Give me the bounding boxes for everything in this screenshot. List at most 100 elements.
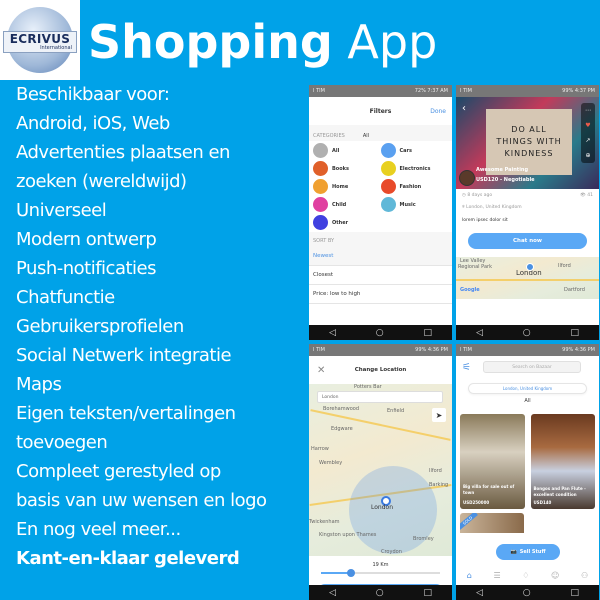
category-music[interactable]: Music <box>380 197 449 212</box>
feature-item: Social Netwerk integratie <box>16 345 232 366</box>
back-icon[interactable]: ◁ <box>329 588 336 598</box>
home-category-icon <box>313 179 328 194</box>
listing-grid: Big villa for sale out of town USD250000 … <box>456 414 599 509</box>
bottom-tab-bar: ⌂ ☰ ♢ ☺ ⚇ <box>456 565 599 585</box>
category-all[interactable]: All <box>456 398 599 404</box>
feature-item: zoeken (wereldwijd) <box>16 171 187 192</box>
sold-badge: SOLD <box>460 513 478 530</box>
slider-knob[interactable] <box>346 569 355 577</box>
feature-item: Compleet gerestyled op <box>16 461 221 482</box>
location-search-input[interactable]: London <box>317 391 443 403</box>
sort-closest[interactable]: Closest <box>309 266 452 285</box>
category-label: Music <box>399 201 416 208</box>
back-icon[interactable]: ◁ <box>476 588 483 598</box>
recents-icon[interactable]: □ <box>571 328 580 338</box>
recents-icon[interactable]: □ <box>571 588 580 598</box>
close-icon[interactable]: ✕ <box>317 365 325 376</box>
feature-item: Beschikbaar voor: <box>16 84 170 105</box>
categories-row: CATEGORIES All <box>309 125 452 141</box>
category-label: Books <box>332 165 349 172</box>
feature-item: En nog veel meer... <box>16 519 181 540</box>
view-count: 👁 41 <box>580 193 593 198</box>
category-label: Child <box>332 201 347 208</box>
bazaar-search-input[interactable]: Search on Bazaar <box>482 361 581 373</box>
tab-home-icon[interactable]: ⌂ <box>467 571 472 580</box>
action-sidebar: ⋯ ♥ ↗ ⊕ <box>581 103 595 163</box>
location-map[interactable]: Potters Bar Borehamwood Enfield Edgware … <box>309 384 452 556</box>
map-label: Twickenham <box>309 519 340 525</box>
item-info: Awesome Painting USD120 - Negotiable <box>476 165 535 185</box>
category-label: Fashion <box>399 183 422 190</box>
sell-stuff-button[interactable]: 📷 Sell Stuff <box>496 544 560 560</box>
listing-title: Bongos and Pan Flute - excellent conditi… <box>533 486 586 497</box>
art-line: KINDNESS <box>504 149 554 158</box>
phone-bazaar-screen: I TIM 99% 4:36 PM ⚟ Search on Bazaar Lond… <box>456 344 599 600</box>
filters-title: Filters <box>369 107 392 115</box>
home-icon[interactable]: ○ <box>376 328 384 338</box>
phone-location-screen: I TIM 99% 4:36 PM ✕ Change Location Potte… <box>309 344 452 600</box>
category-fashion[interactable]: Fashion <box>380 179 449 194</box>
feature-item: Android, iOS, Web <box>16 113 170 134</box>
category-child[interactable]: Child <box>313 197 381 212</box>
listing-card[interactable]: Bongos and Pan Flute - excellent conditi… <box>530 414 595 509</box>
android-nav-bar: ◁ ○ □ <box>309 325 452 340</box>
category-other[interactable]: Other <box>313 215 381 230</box>
art-line: THINGS WITH <box>496 137 562 146</box>
bazaar-toolbar: ⚟ Search on Bazaar <box>456 356 599 378</box>
map-label: Dartford <box>564 287 585 293</box>
sort-newest[interactable]: Newest <box>309 247 452 266</box>
map-label: Ilford <box>429 468 442 474</box>
globe-icon: ECRIVUS International <box>3 7 77 73</box>
category-label: Other <box>332 219 349 226</box>
back-icon[interactable]: ◁ <box>329 328 336 338</box>
location-map[interactable]: Lee Valley Regional Park London Ilford D… <box>456 257 599 299</box>
home-icon[interactable]: ○ <box>523 328 531 338</box>
location-chip[interactable]: London, United Kingdom <box>468 383 587 394</box>
feature-item-highlight: Kant-en-klaar geleverd <box>16 548 240 569</box>
category-all[interactable]: All <box>313 143 381 158</box>
map-label: Kingston upon Thames <box>319 532 377 538</box>
tab-chat-icon[interactable]: ☺ <box>551 571 559 580</box>
recents-icon[interactable]: □ <box>424 588 433 598</box>
feature-item: Universeel <box>16 200 107 221</box>
share-icon[interactable]: ↗ <box>585 137 590 144</box>
heart-icon[interactable]: ♥ <box>585 122 590 129</box>
home-icon[interactable]: ○ <box>376 588 384 598</box>
seller-avatar[interactable] <box>459 170 475 186</box>
categories-value: All <box>362 133 370 139</box>
recents-icon[interactable]: □ <box>424 328 433 338</box>
art-line: DO ALL <box>511 125 547 134</box>
home-icon[interactable]: ○ <box>523 588 531 598</box>
chat-now-button[interactable]: Chat now <box>468 233 587 249</box>
map-label: Enfield <box>387 408 405 414</box>
google-logo: Google <box>460 287 480 293</box>
map-label: Regional Park <box>458 264 492 270</box>
camera-icon: 📷 <box>510 549 517 555</box>
category-home[interactable]: Home <box>313 179 381 194</box>
sort-price-low-high[interactable]: Price: low to high <box>309 285 452 304</box>
category-books[interactable]: Books <box>313 161 381 176</box>
listing-card[interactable]: Big villa for sale out of town USD250000 <box>460 414 525 509</box>
more-icon[interactable]: ⋯ <box>585 107 591 114</box>
feature-item: basis van uw wensen en logo <box>16 490 267 511</box>
status-right: 99% 4:37 PM <box>562 88 595 94</box>
sold-listing-card[interactable]: SOLD <box>460 513 524 533</box>
music-category-icon <box>380 197 396 212</box>
done-button[interactable]: Done <box>430 108 446 115</box>
tab-list-icon[interactable]: ☰ <box>493 571 500 580</box>
locate-me-icon[interactable]: ➤ <box>432 408 446 422</box>
back-icon[interactable]: ◁ <box>476 328 483 338</box>
zoom-icon[interactable]: ⊕ <box>585 152 590 159</box>
tab-notifications-icon[interactable]: ♢ <box>522 571 529 580</box>
back-arrow-icon[interactable]: ‹ <box>462 103 466 114</box>
item-name: Awesome Painting <box>476 167 529 173</box>
radius-slider[interactable] <box>321 569 440 577</box>
logo-subtext: International <box>40 45 72 51</box>
status-bar: I TIM 99% 4:36 PM <box>456 344 599 356</box>
map-label: Ilford <box>558 263 571 269</box>
tab-profile-icon[interactable]: ⚇ <box>581 571 588 580</box>
map-label: Bromley <box>413 536 434 542</box>
category-electronics[interactable]: Electronics <box>380 161 449 176</box>
category-cars[interactable]: Cars <box>380 143 449 158</box>
filter-sliders-icon[interactable]: ⚟ <box>462 362 471 373</box>
